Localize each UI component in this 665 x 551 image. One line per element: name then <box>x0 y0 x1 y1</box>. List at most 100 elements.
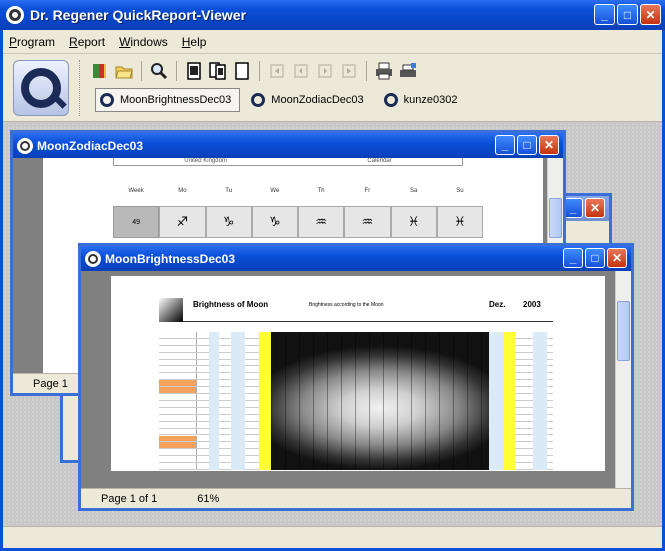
close-button[interactable]: ✕ <box>585 198 605 218</box>
table-column <box>533 332 547 470</box>
grid-line <box>313 332 314 470</box>
day-header: Su <box>456 188 464 194</box>
child-title-bar[interactable]: MoonBrightnessDec03 _ □ ✕ <box>81 246 631 271</box>
report-icon <box>17 137 33 154</box>
highlight-column <box>503 332 515 470</box>
minimize-button[interactable]: _ <box>594 4 615 25</box>
grid-line <box>453 332 454 470</box>
zodiac-cell: ♒ <box>298 206 345 238</box>
search-icon[interactable] <box>148 60 170 82</box>
toolbar: MoonBrightnessDec03 MoonZodiacDec03 kunz… <box>3 54 662 122</box>
tab-moonzodiacdec03[interactable]: MoonZodiacDec03 <box>246 88 373 112</box>
table-column <box>489 332 503 470</box>
grid-line <box>397 332 398 470</box>
close-button[interactable]: ✕ <box>640 4 661 25</box>
day-header: Th <box>317 188 325 194</box>
open-folder-icon[interactable] <box>113 60 135 82</box>
grid-line <box>439 332 440 470</box>
day-header: Mo <box>178 188 187 194</box>
report-month: Dez. <box>489 300 506 309</box>
day-header: Tu <box>225 188 233 194</box>
grid-line <box>467 332 468 470</box>
print-icon[interactable] <box>373 60 395 82</box>
menu-windows[interactable]: Windows <box>119 35 168 49</box>
zoom-level: 61% <box>197 492 220 505</box>
close-button[interactable]: ✕ <box>539 135 559 155</box>
printer-setup-icon[interactable] <box>397 60 419 82</box>
child-title: MoonZodiacDec03 <box>37 138 144 153</box>
zodiac-cell: ♓ <box>436 206 483 238</box>
grid-line <box>355 332 356 470</box>
minimize-button[interactable]: _ <box>495 135 515 155</box>
page-icon[interactable] <box>183 60 205 82</box>
menu-bar: Program Report Windows Help <box>3 30 662 54</box>
app-icon[interactable] <box>6 6 24 24</box>
zodiac-cell: ♒ <box>344 206 391 238</box>
zodiac-cell: ♑ <box>205 206 252 238</box>
brightness-table <box>159 332 553 470</box>
day-header: Sa <box>409 188 418 194</box>
grid-line <box>341 332 342 470</box>
child-status-bar: Page 1 of 1 61% <box>81 488 631 508</box>
day-header: Fr <box>364 188 371 194</box>
grid-line <box>369 332 370 470</box>
minimize-button[interactable]: _ <box>563 198 583 218</box>
grid-line <box>411 332 412 470</box>
grid-line <box>271 332 272 470</box>
grid-line <box>383 332 384 470</box>
grid-line <box>327 332 328 470</box>
book-icon[interactable] <box>89 60 111 82</box>
page-indicator: Page 1 of 1 <box>101 492 158 505</box>
maximize-button[interactable]: □ <box>517 135 537 155</box>
zodiac-cell: ♐ <box>159 206 206 238</box>
tab-kunze0302[interactable]: kunze0302 <box>378 88 467 112</box>
table-column <box>231 332 245 470</box>
grid-line <box>481 332 482 470</box>
report-page: Brightness of Moon Brightness according … <box>111 276 605 471</box>
report-description: Brightness according to the Moon <box>309 302 384 308</box>
child-title: MoonBrightnessDec03 <box>105 251 236 266</box>
day-header: We <box>270 188 280 194</box>
report-icon <box>85 250 101 267</box>
week-number: 49 <box>113 206 160 238</box>
zodiac-cell: ♑ <box>251 206 298 238</box>
app-title-bar[interactable]: Dr. Regener QuickReport-Viewer _ □ ✕ <box>0 0 665 30</box>
zodiac-cell: ♓ <box>390 206 437 238</box>
report-icon <box>383 93 398 107</box>
preview-area[interactable]: Brightness of Moon Brightness according … <box>81 271 615 488</box>
app-title: Dr. Regener QuickReport-Viewer <box>30 7 247 23</box>
quickreport-logo <box>13 60 69 116</box>
menu-report[interactable]: Report <box>69 35 105 49</box>
tab-moonbrightnessdec03[interactable]: MoonBrightnessDec03 <box>95 88 241 112</box>
report-header-left: United Kingdom <box>184 158 227 164</box>
last-page-icon[interactable] <box>338 60 360 82</box>
report-header-right: Calendar <box>367 158 392 164</box>
menu-program[interactable]: Program <box>9 35 55 49</box>
maximize-button[interactable]: □ <box>617 4 638 25</box>
menu-help[interactable]: Help <box>182 35 207 49</box>
first-page-icon[interactable] <box>266 60 288 82</box>
report-year: 2003 <box>523 300 541 309</box>
blank-page-icon[interactable] <box>231 60 253 82</box>
main-status-bar <box>3 526 662 548</box>
maximize-button[interactable]: □ <box>585 248 605 268</box>
minimize-button[interactable]: _ <box>563 248 583 268</box>
highlight-column <box>259 332 271 470</box>
grid-line <box>299 332 300 470</box>
vertical-scrollbar[interactable] <box>615 271 631 488</box>
page-indicator: Page 1 <box>33 377 68 390</box>
grid-line <box>425 332 426 470</box>
child-window-moonbrightness[interactable]: MoonBrightnessDec03 _ □ ✕ Brightness of … <box>78 243 634 511</box>
prev-page-icon[interactable] <box>290 60 312 82</box>
report-logo <box>159 298 183 322</box>
report-icon <box>100 93 114 107</box>
close-button[interactable]: ✕ <box>607 248 627 268</box>
next-page-icon[interactable] <box>314 60 336 82</box>
report-title: Brightness of Moon <box>193 300 269 309</box>
day-header: Week <box>128 188 144 194</box>
two-pages-icon[interactable] <box>207 60 229 82</box>
toolbar-grip[interactable] <box>79 60 82 116</box>
child-title-bar[interactable]: MoonZodiacDec03 _ □ ✕ <box>13 133 563 158</box>
report-icon <box>251 93 266 107</box>
table-column <box>209 332 219 470</box>
